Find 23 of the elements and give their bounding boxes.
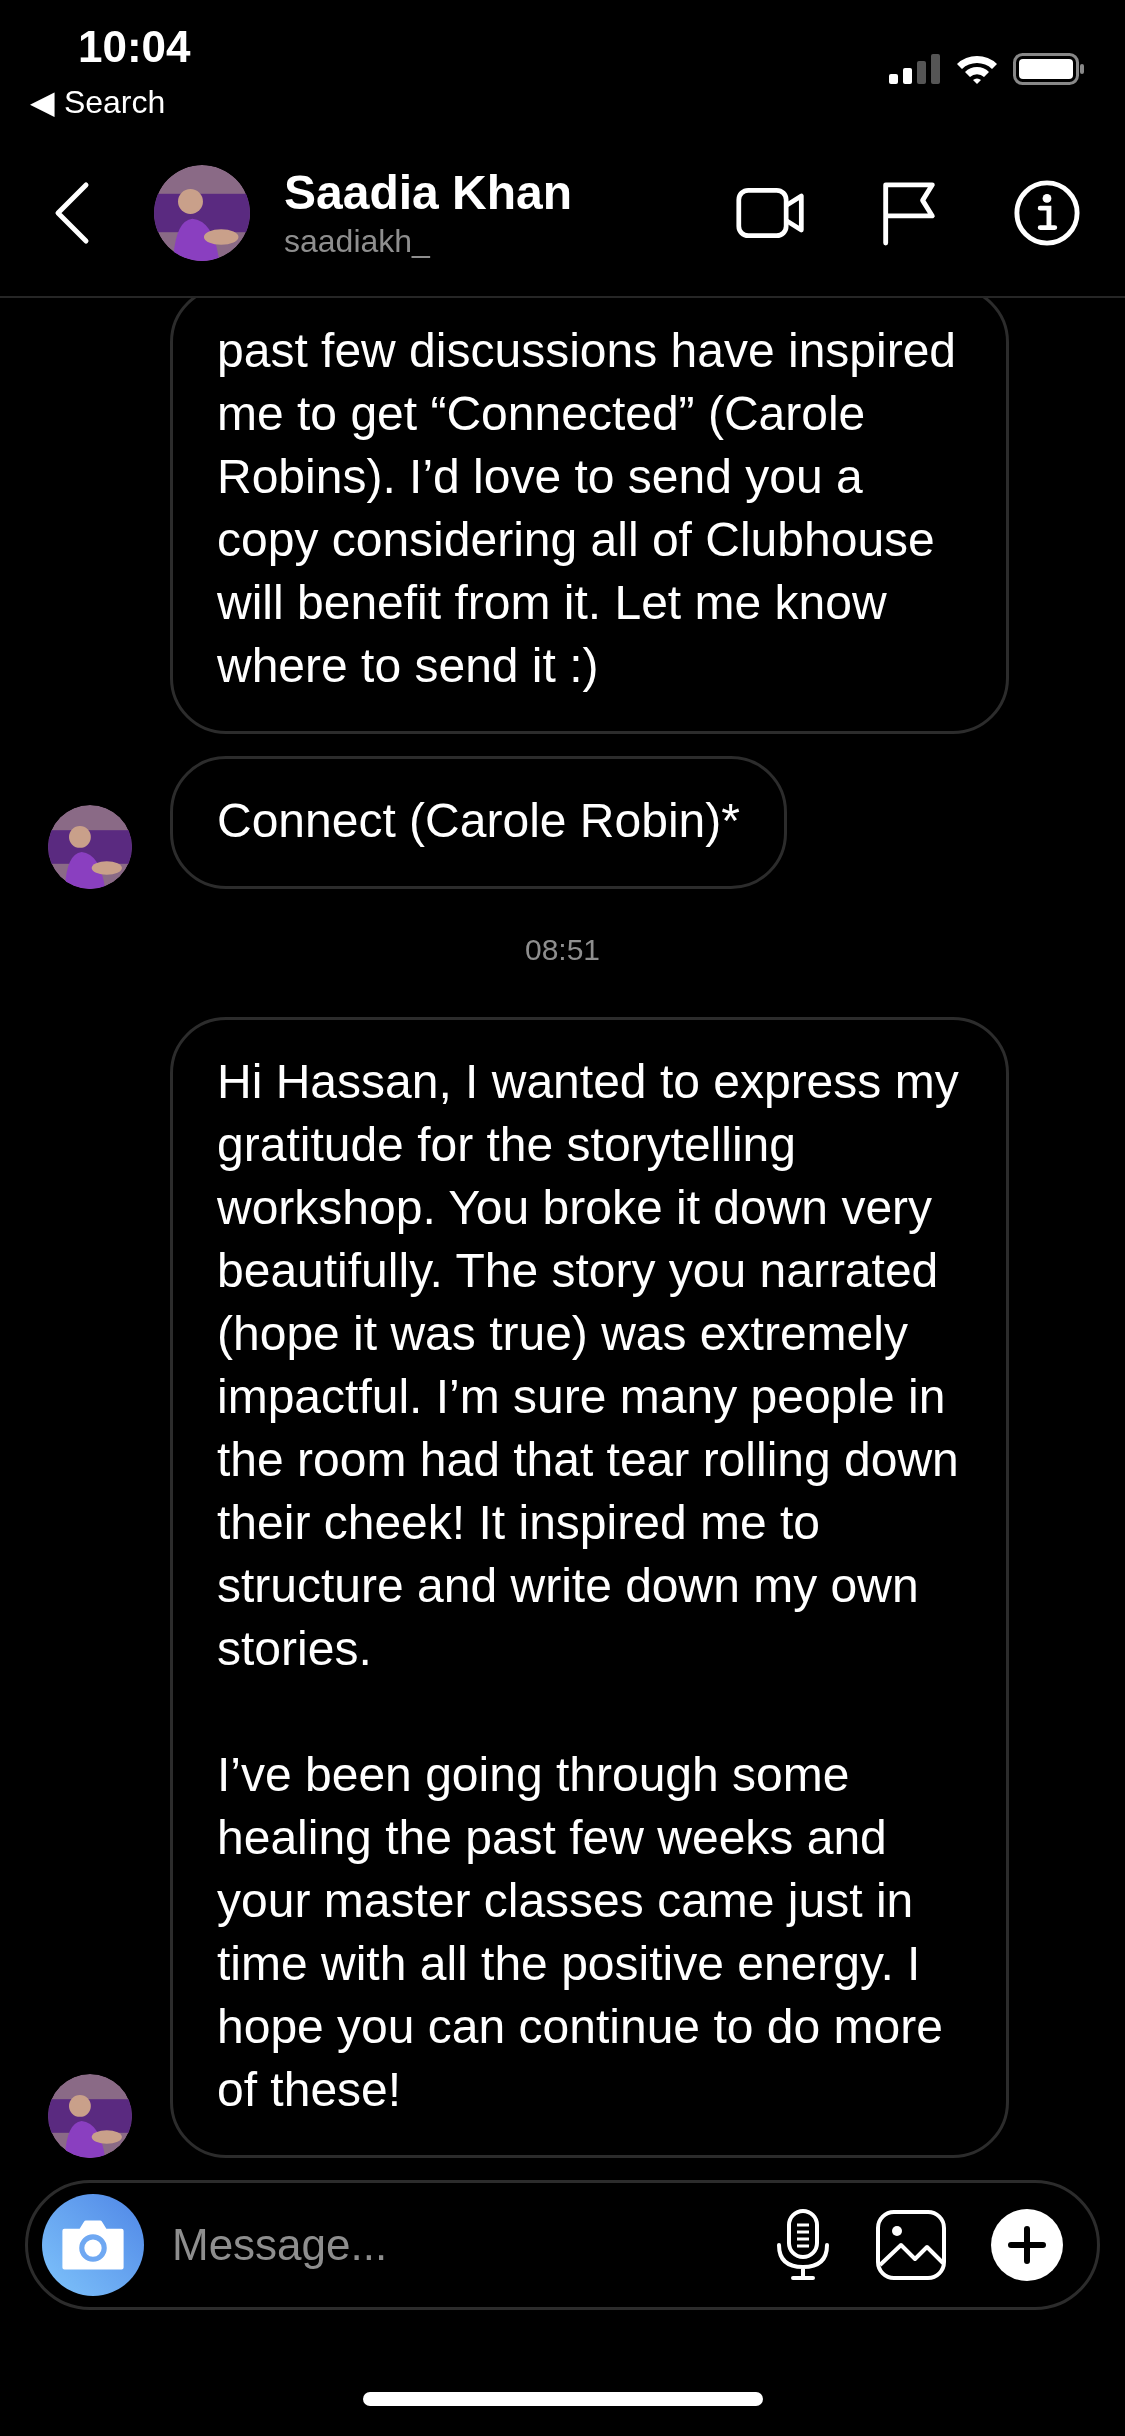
gallery-icon[interactable] [875,2209,947,2281]
message-bubble[interactable]: Connect (Carole Robin)* [170,756,787,889]
signal-icon [889,54,941,84]
message-field[interactable]: Message... [170,2219,731,2271]
message-text: I’ve been going through some healing the past few weeks and your master classes came just in time with all the positive energy. I hope you can continue to do more of these! [217,1747,944,2118]
camera-button[interactable] [42,2194,144,2296]
message-text: Connect (Carole Robin)* [217,793,740,849]
battery-icon [1013,53,1085,85]
back-to-app-link[interactable]: ◀ Search [30,82,166,122]
contact-name: Saadia Khan [284,165,574,221]
message-text: Hi Hassan, I wanted to express my gratitude for the storytelling workshop. You broke it down very beautifully. The story you narrated (hope it was true) was extremely impactful. I’m sure many people in the room had that tear rolling down their cheek! It inspired me to structure and write down my own stories. [217,1054,960,1677]
profile-avatar[interactable] [154,165,250,261]
sender-avatar[interactable] [48,2074,132,2158]
clock-time: 10:04 [78,22,191,72]
message-text: past few discussions have inspired me to get “Connected” (Carole Robins). I’d love to send you a copy considering all of Clubhouse will benefit from it. Let me know where to send it :) [217,323,958,694]
message-bubble[interactable] [170,1017,1009,2158]
sender-avatar[interactable] [48,805,132,889]
contact-username: saadiakh_ [284,222,431,261]
message-timestamp: 08:51 [524,933,601,967]
message-bubble[interactable]: past few discussions have inspired me to get “Connected” (Carole Robins). I’d love to send you a copy considering all of Clubhouse will benefit from it. Let me know where to send it :) [170,298,1009,734]
wifi-icon [955,53,999,85]
add-button[interactable] [991,2209,1063,2281]
microphone-icon[interactable] [775,2209,831,2281]
